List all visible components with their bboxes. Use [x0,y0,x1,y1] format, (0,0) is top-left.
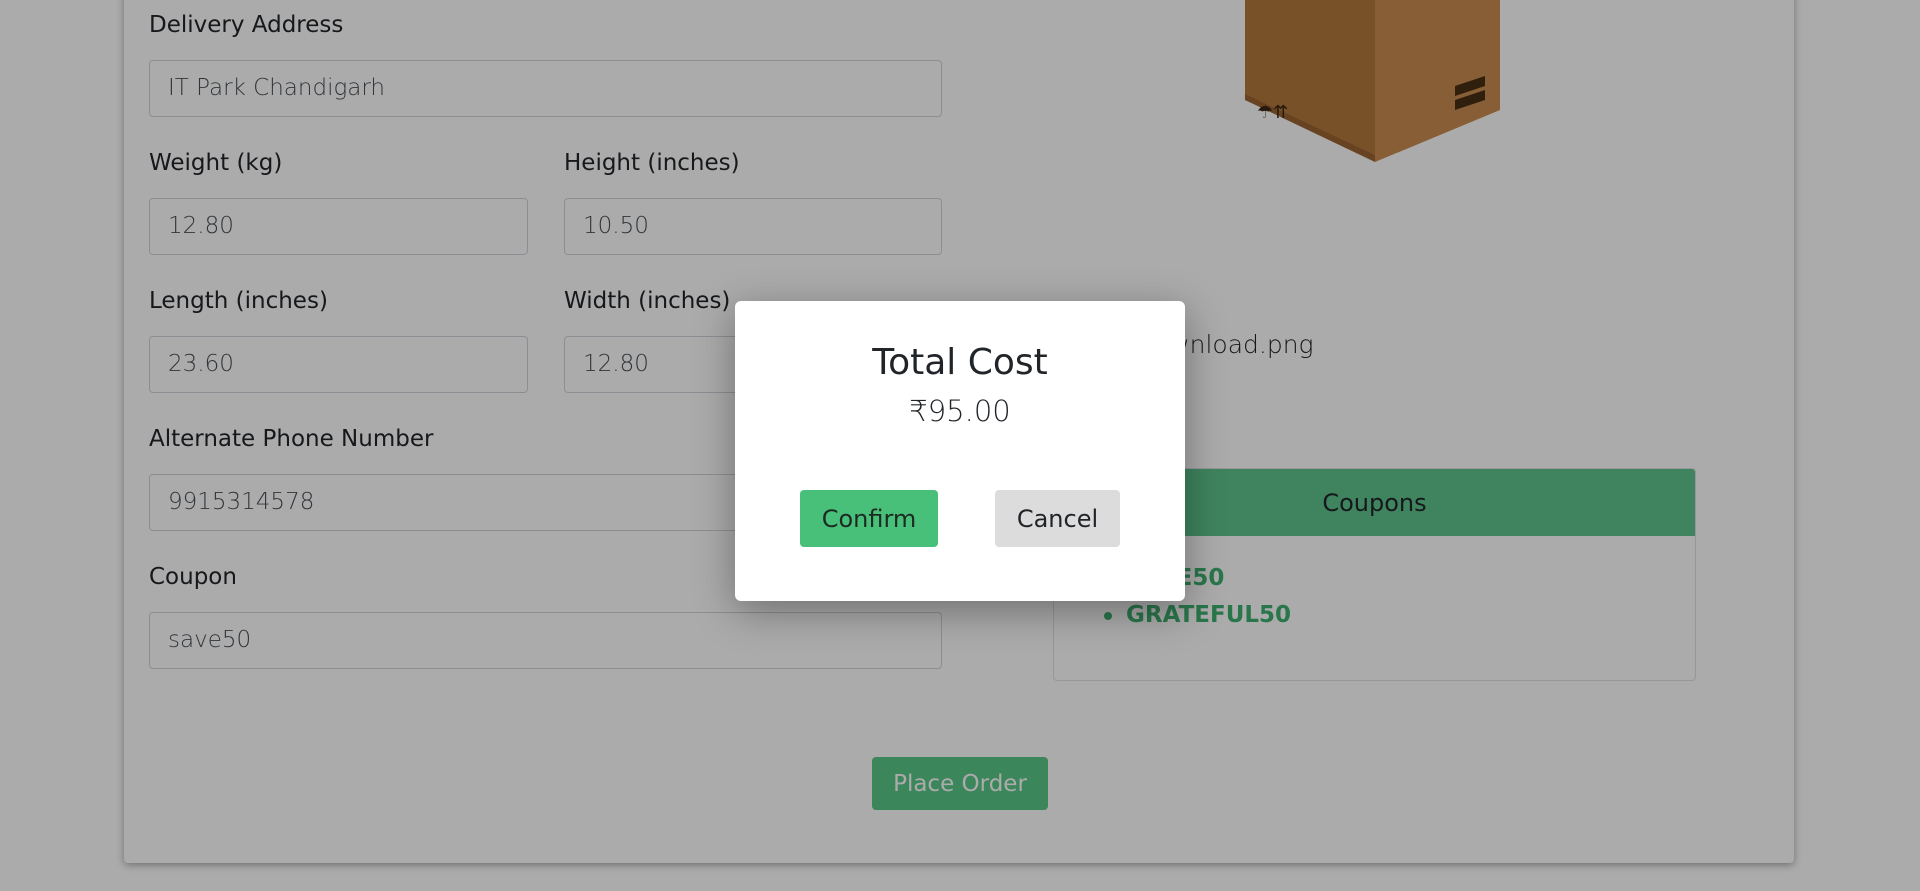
cancel-button[interactable]: Cancel [995,490,1120,547]
total-cost-modal: Total Cost ₹95.00 Confirm Cancel [735,301,1185,601]
modal-title: Total Cost [872,342,1048,383]
confirm-button[interactable]: Confirm [800,490,938,547]
page: Delivery Address IT Park Chandigarh Weig… [0,0,1920,891]
total-cost-amount: ₹95.00 [909,394,1011,428]
